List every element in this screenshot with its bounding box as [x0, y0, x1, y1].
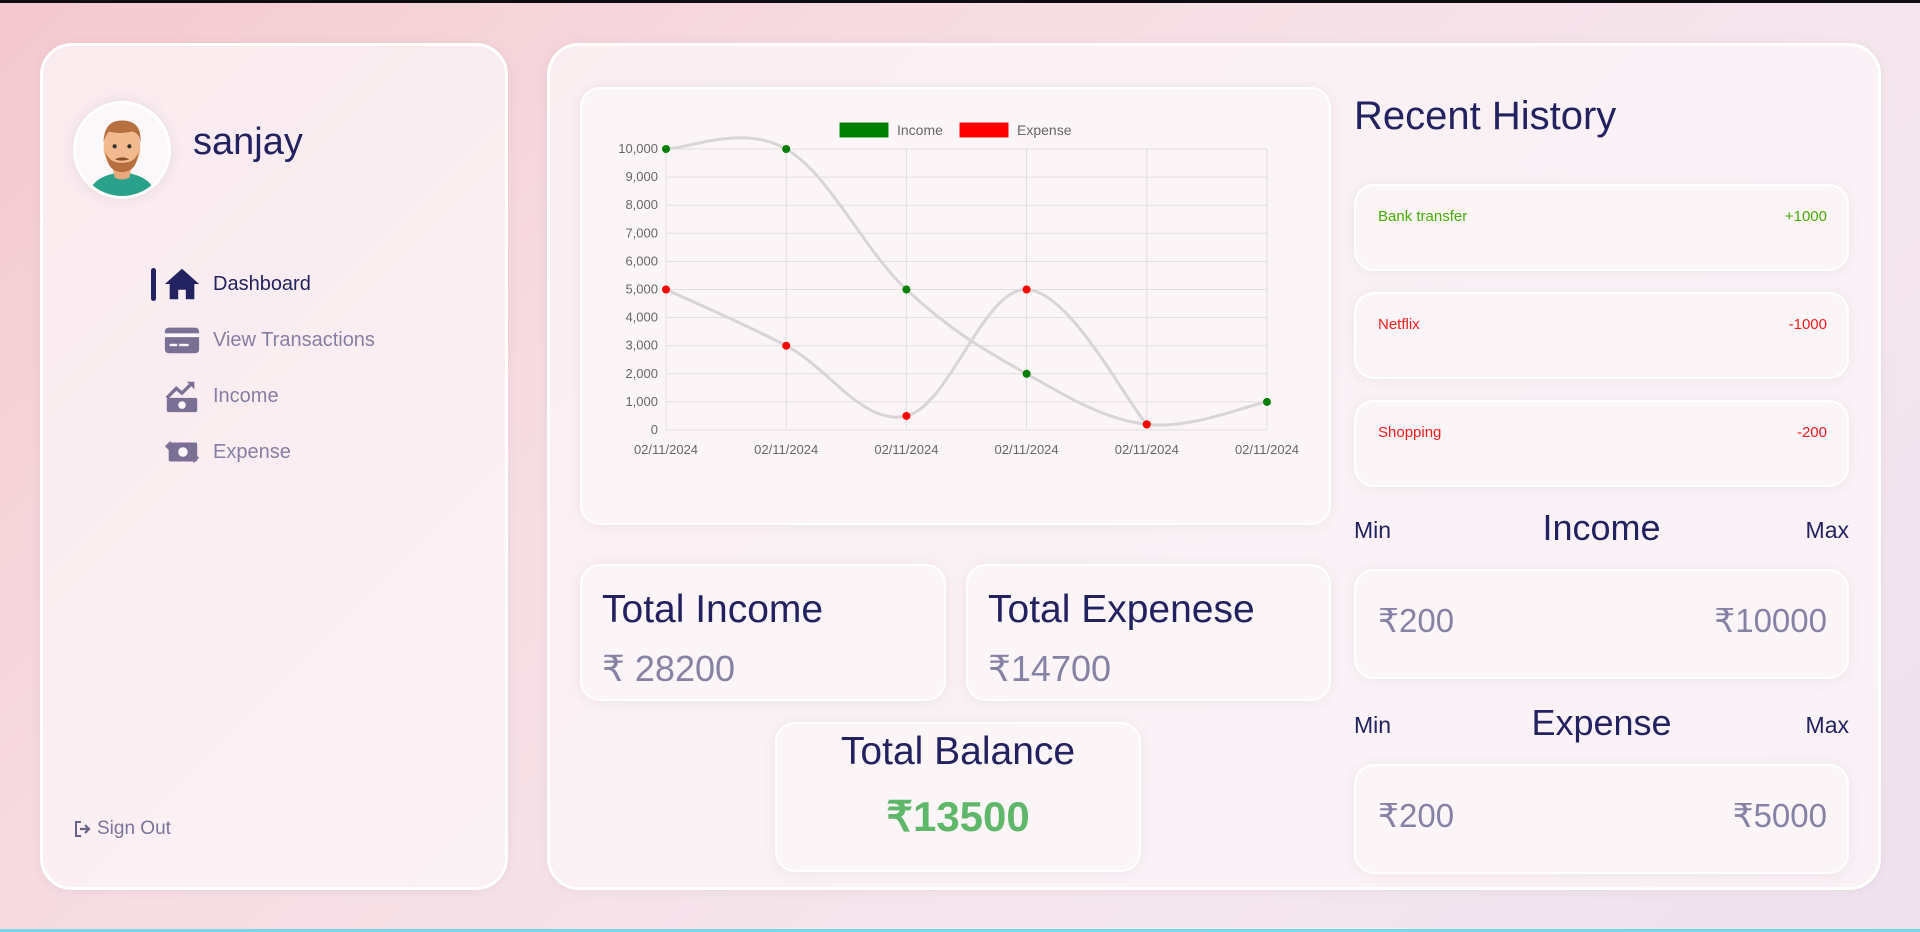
x-tick-label: 02/11/2024 [754, 442, 818, 457]
sign-out-icon [75, 821, 91, 837]
history-item-label: Shopping [1378, 424, 1442, 441]
income-expense-chart: 0 1,000 2,000 3,000 4,000 5,000 6,000 7,000 8,00… [618, 121, 1299, 457]
y-tick-label: 2,000 [625, 366, 658, 381]
legend-swatch-income [838, 121, 890, 139]
x-tick-label: 02/11/2024 [874, 442, 938, 457]
data-point-expense [1142, 420, 1151, 429]
data-point-income [662, 145, 670, 153]
sign-out-button[interactable]: Sign Out [73, 818, 171, 840]
user-name: sanjay [193, 121, 303, 163]
nav-label-income: Income [213, 384, 279, 407]
y-tick-label: 7,000 [625, 225, 658, 240]
income-range-title: Income [1542, 507, 1661, 548]
total-balance-card: Total Balance ₹13500 [775, 722, 1141, 872]
data-point-income [902, 285, 911, 294]
income-min-value: ₹200 [1378, 602, 1455, 639]
home-icon [163, 265, 201, 303]
history-item-amount: -200 [1796, 424, 1827, 441]
chart-card: 0 1,000 2,000 3,000 4,000 5,000 6,000 7,000 8,00… [580, 87, 1331, 525]
data-point-expense [782, 341, 791, 350]
x-tick-label: 02/11/2024 [1115, 442, 1179, 457]
expense-range-card: ₹200 ₹5000 [1354, 764, 1849, 874]
total-expense-title: Total Expenese [988, 588, 1255, 631]
data-point-expense [1022, 285, 1031, 294]
avatar-icon [76, 104, 168, 196]
nav-label-view-transactions: View Transactions [213, 328, 375, 351]
data-point-income [1022, 369, 1031, 378]
y-tick-label: 10,000 [618, 141, 658, 156]
history-item: Netflix -1000 [1354, 292, 1849, 379]
y-tick-label: 6,000 [625, 253, 658, 268]
y-tick-label: 1,000 [625, 394, 658, 409]
nav-label-expense: Expense [213, 440, 291, 463]
x-tick-label: 02/11/2024 [1235, 442, 1299, 457]
total-expense-value: ₹14700 [988, 648, 1112, 689]
data-point-income [1263, 397, 1271, 406]
nav-item-view-transactions[interactable]: View Transactions [113, 312, 473, 368]
nav-item-dashboard[interactable]: Dashboard [113, 256, 473, 312]
history-item: Shopping -200 [1354, 400, 1849, 487]
money-exchange-icon [163, 433, 201, 471]
data-point-expense [902, 411, 911, 420]
total-expense-card: Total Expenese ₹14700 [966, 564, 1331, 701]
y-tick-label: 5,000 [625, 282, 658, 297]
y-tick-label: 9,000 [625, 169, 658, 184]
total-income-value: ₹ 28200 [602, 648, 736, 689]
y-tick-label: 8,000 [625, 197, 658, 212]
y-tick-label: 4,000 [625, 310, 658, 325]
legend-swatch-expense [958, 121, 1010, 139]
expense-range-title: Expense [1531, 702, 1672, 743]
avatar [73, 101, 171, 199]
total-income-title: Total Income [602, 588, 824, 631]
nav-item-income[interactable]: Income [113, 368, 473, 424]
income-range-header: Min Income Max [1354, 507, 1849, 548]
income-max-value: ₹10000 [1714, 602, 1827, 639]
nav-item-expense[interactable]: Expense [113, 424, 473, 480]
expense-max-value: ₹5000 [1732, 797, 1827, 834]
active-indicator [151, 267, 156, 301]
x-tick-label: 02/11/2024 [634, 442, 698, 457]
income-max-label: Max [1805, 517, 1849, 543]
sidebar: sanjay Dashboard View Transactions Incom… [40, 43, 508, 890]
x-tick-label: 02/11/2024 [995, 442, 1059, 457]
history-item-amount: +1000 [1784, 208, 1827, 225]
history-item: Bank transfer +1000 [1354, 184, 1849, 271]
recent-history-title: Recent History [1354, 94, 1617, 138]
income-range-card: ₹200 ₹10000 [1354, 569, 1849, 679]
expense-range-header: Min Expense Max [1354, 702, 1849, 743]
top-edge [0, 0, 1920, 3]
legend-label-expense: Expense [1017, 122, 1072, 138]
series-line-income [665, 136, 1268, 427]
history-item-amount: -1000 [1788, 316, 1827, 333]
money-trend-icon [163, 377, 201, 415]
data-point-expense [662, 285, 670, 294]
history-item-label: Netflix [1378, 316, 1420, 333]
total-income-card: Total Income ₹ 28200 [580, 564, 946, 701]
total-balance-value: ₹13500 [886, 793, 1030, 840]
sidebar-nav: Dashboard View Transactions Income Expen… [113, 256, 473, 480]
nav-label-dashboard: Dashboard [213, 272, 311, 295]
credit-card-icon [163, 321, 201, 359]
history-item-label: Bank transfer [1378, 208, 1468, 225]
data-point-income [782, 145, 791, 153]
expense-max-label: Max [1805, 712, 1849, 738]
y-tick-label: 0 [651, 422, 658, 437]
total-balance-title: Total Balance [840, 730, 1076, 773]
y-tick-label: 3,000 [625, 338, 658, 353]
legend-label-income: Income [897, 122, 943, 138]
expense-min-value: ₹200 [1378, 797, 1455, 834]
main-panel: 0 1,000 2,000 3,000 4,000 5,000 6,000 7,000 8,00… [547, 43, 1881, 890]
sign-out-label: Sign Out [97, 818, 171, 839]
